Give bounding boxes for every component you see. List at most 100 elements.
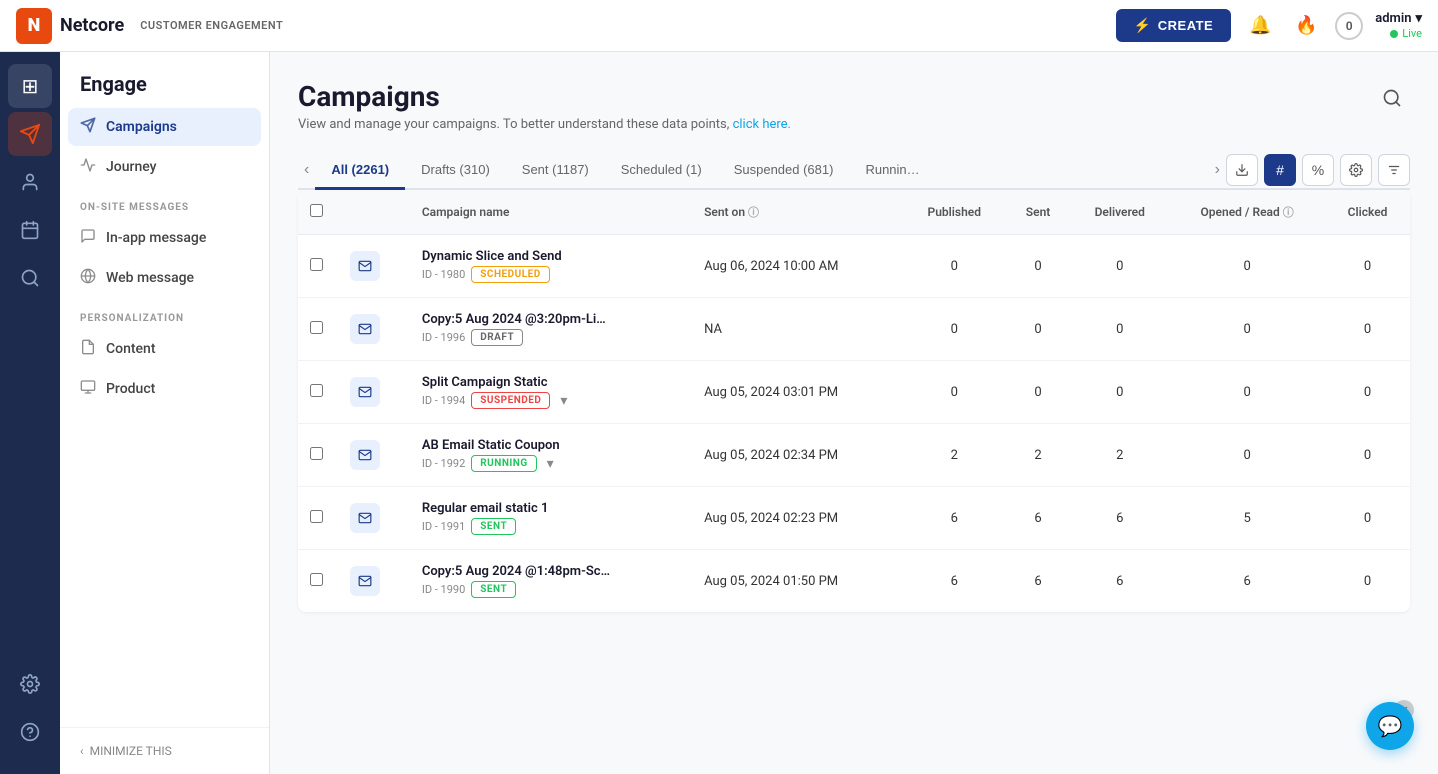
- minimize-arrow: ‹: [80, 744, 84, 758]
- live-status: Live: [1390, 27, 1422, 40]
- create-label: CREATE: [1158, 18, 1213, 33]
- zero-count-badge[interactable]: 0: [1335, 12, 1363, 40]
- percent-view-button[interactable]: %: [1302, 154, 1334, 186]
- campaign-name[interactable]: Dynamic Slice and Send: [422, 249, 680, 264]
- row-delivered: 6: [1070, 487, 1169, 550]
- row-delivered: 0: [1070, 298, 1169, 361]
- row-checkbox[interactable]: [310, 447, 323, 460]
- tab-next-button[interactable]: ›: [1209, 153, 1226, 187]
- status-badge: SENT: [471, 581, 516, 598]
- row-delivered: 0: [1070, 235, 1169, 298]
- tab-prev-button[interactable]: ‹: [298, 153, 315, 187]
- rail-item-search[interactable]: [8, 256, 52, 300]
- search-button[interactable]: [1374, 80, 1410, 116]
- tab-all-------[interactable]: All (2261): [315, 152, 405, 190]
- row-checkbox[interactable]: [310, 384, 323, 397]
- row-checkbox-cell: [298, 550, 338, 613]
- campaign-name[interactable]: Copy:5 Aug 2024 @1:48pm-Sc…: [422, 564, 680, 579]
- row-published: 0: [903, 235, 1006, 298]
- campaign-name[interactable]: Split Campaign Static: [422, 375, 680, 390]
- download-button[interactable]: [1226, 154, 1258, 186]
- sidebar-item-web[interactable]: Web message: [68, 259, 261, 297]
- fire-icon: 🔥: [1295, 15, 1317, 36]
- app-body: ⊞: [0, 0, 1438, 774]
- rail-item-grid[interactable]: ⊞: [8, 64, 52, 108]
- tab-sent-------[interactable]: Sent (1187): [506, 152, 605, 190]
- row-checkbox[interactable]: [310, 258, 323, 271]
- sidebar-onsite-nav: In-app message Web message: [60, 219, 269, 297]
- row-name-cell: Copy:5 Aug 2024 @1:48pm-Sc… ID - 1990 SE…: [410, 550, 692, 613]
- delivered-header: Delivered: [1070, 190, 1169, 235]
- row-icon-cell: [338, 424, 410, 487]
- sidebar-campaigns-label: Campaigns: [106, 119, 177, 135]
- minimize-sidebar-button[interactable]: ‹ MINIMIZE THIS: [60, 727, 269, 774]
- create-button[interactable]: ⚡ CREATE: [1116, 9, 1231, 42]
- table-row: Split Campaign Static ID - 1994 SUSPENDE…: [298, 361, 1410, 424]
- row-checkbox-cell: [298, 298, 338, 361]
- sidebar-personalization-nav: Content Product: [60, 330, 269, 408]
- tab-suspended------[interactable]: Suspended (681): [718, 152, 850, 190]
- campaign-id-text: ID - 1980: [422, 268, 465, 281]
- rail-item-calendar[interactable]: [8, 208, 52, 252]
- row-published: 6: [903, 550, 1006, 613]
- table-row: AB Email Static Coupon ID - 1992 RUNNING…: [298, 424, 1410, 487]
- row-checkbox-cell: [298, 235, 338, 298]
- campaign-name[interactable]: Regular email static 1: [422, 501, 680, 516]
- chat-bubble-button[interactable]: 💬: [1366, 702, 1414, 750]
- notifications-button[interactable]: 🔔: [1243, 9, 1277, 43]
- row-sent: 6: [1006, 487, 1071, 550]
- sidebar-item-journey[interactable]: Journey: [68, 148, 261, 186]
- logo[interactable]: N Netcore: [16, 8, 124, 44]
- rail-item-settings[interactable]: [8, 662, 52, 706]
- page-title: Campaigns: [298, 80, 791, 113]
- row-sent: 0: [1006, 298, 1071, 361]
- email-icon: [350, 440, 380, 470]
- expand-button[interactable]: ▾: [560, 392, 567, 409]
- row-checkbox[interactable]: [310, 573, 323, 586]
- expand-button[interactable]: ▾: [547, 455, 554, 472]
- sidebar-item-campaigns[interactable]: Campaigns: [68, 108, 261, 146]
- row-clicked: 0: [1325, 424, 1410, 487]
- row-icon-cell: [338, 298, 410, 361]
- hash-view-button[interactable]: #: [1264, 154, 1296, 186]
- admin-menu[interactable]: admin ▾ Live: [1375, 11, 1422, 40]
- row-icon-cell: [338, 550, 410, 613]
- sidebar-item-inapp[interactable]: In-app message: [68, 219, 261, 257]
- row-published: 0: [903, 298, 1006, 361]
- select-all-checkbox[interactable]: [310, 204, 323, 217]
- tab-drafts------[interactable]: Drafts (310): [405, 152, 506, 190]
- logo-text: Netcore: [60, 15, 124, 36]
- sidebar-item-content[interactable]: Content: [68, 330, 261, 368]
- campaign-id: ID - 1996 DRAFT: [422, 329, 680, 346]
- campaign-name-header: Campaign name: [410, 190, 692, 235]
- row-sent-on: Aug 05, 2024 01:50 PM: [692, 550, 903, 613]
- row-sent-on: Aug 05, 2024 02:34 PM: [692, 424, 903, 487]
- row-checkbox[interactable]: [310, 321, 323, 334]
- status-badge: SCHEDULED: [471, 266, 550, 283]
- email-icon: [350, 251, 380, 281]
- rail-item-support[interactable]: [8, 710, 52, 754]
- row-clicked: 0: [1325, 487, 1410, 550]
- tab-scheduled----[interactable]: Scheduled (1): [605, 152, 718, 190]
- sidebar-title: Engage: [60, 52, 269, 108]
- sidebar-nav: Campaigns Journey: [60, 108, 269, 186]
- click-here-link[interactable]: click here.: [733, 117, 791, 132]
- fire-button[interactable]: 🔥: [1289, 9, 1323, 43]
- product-tag: CUSTOMER ENGAGEMENT: [140, 19, 283, 32]
- sidebar-item-product[interactable]: Product: [68, 370, 261, 408]
- campaign-id-text: ID - 1994: [422, 394, 465, 407]
- campaign-name[interactable]: AB Email Static Coupon: [422, 438, 680, 453]
- tabs-row: ‹ All (2261)Drafts (310)Sent (1187)Sched…: [298, 152, 1226, 188]
- rail-item-users[interactable]: [8, 160, 52, 204]
- campaign-name[interactable]: Copy:5 Aug 2024 @3:20pm-Li…: [422, 312, 680, 327]
- tab-runnin-[interactable]: Runnin…: [849, 152, 935, 190]
- row-checkbox[interactable]: [310, 510, 323, 523]
- rail-item-megaphone[interactable]: [8, 112, 52, 156]
- logo-letter: N: [28, 15, 41, 36]
- product-icon: [80, 379, 96, 399]
- row-opened-read: 0: [1169, 361, 1325, 424]
- filter-button[interactable]: [1378, 154, 1410, 186]
- table-settings-button[interactable]: [1340, 154, 1372, 186]
- table-row: Copy:5 Aug 2024 @1:48pm-Sc… ID - 1990 SE…: [298, 550, 1410, 613]
- row-opened-read: 0: [1169, 298, 1325, 361]
